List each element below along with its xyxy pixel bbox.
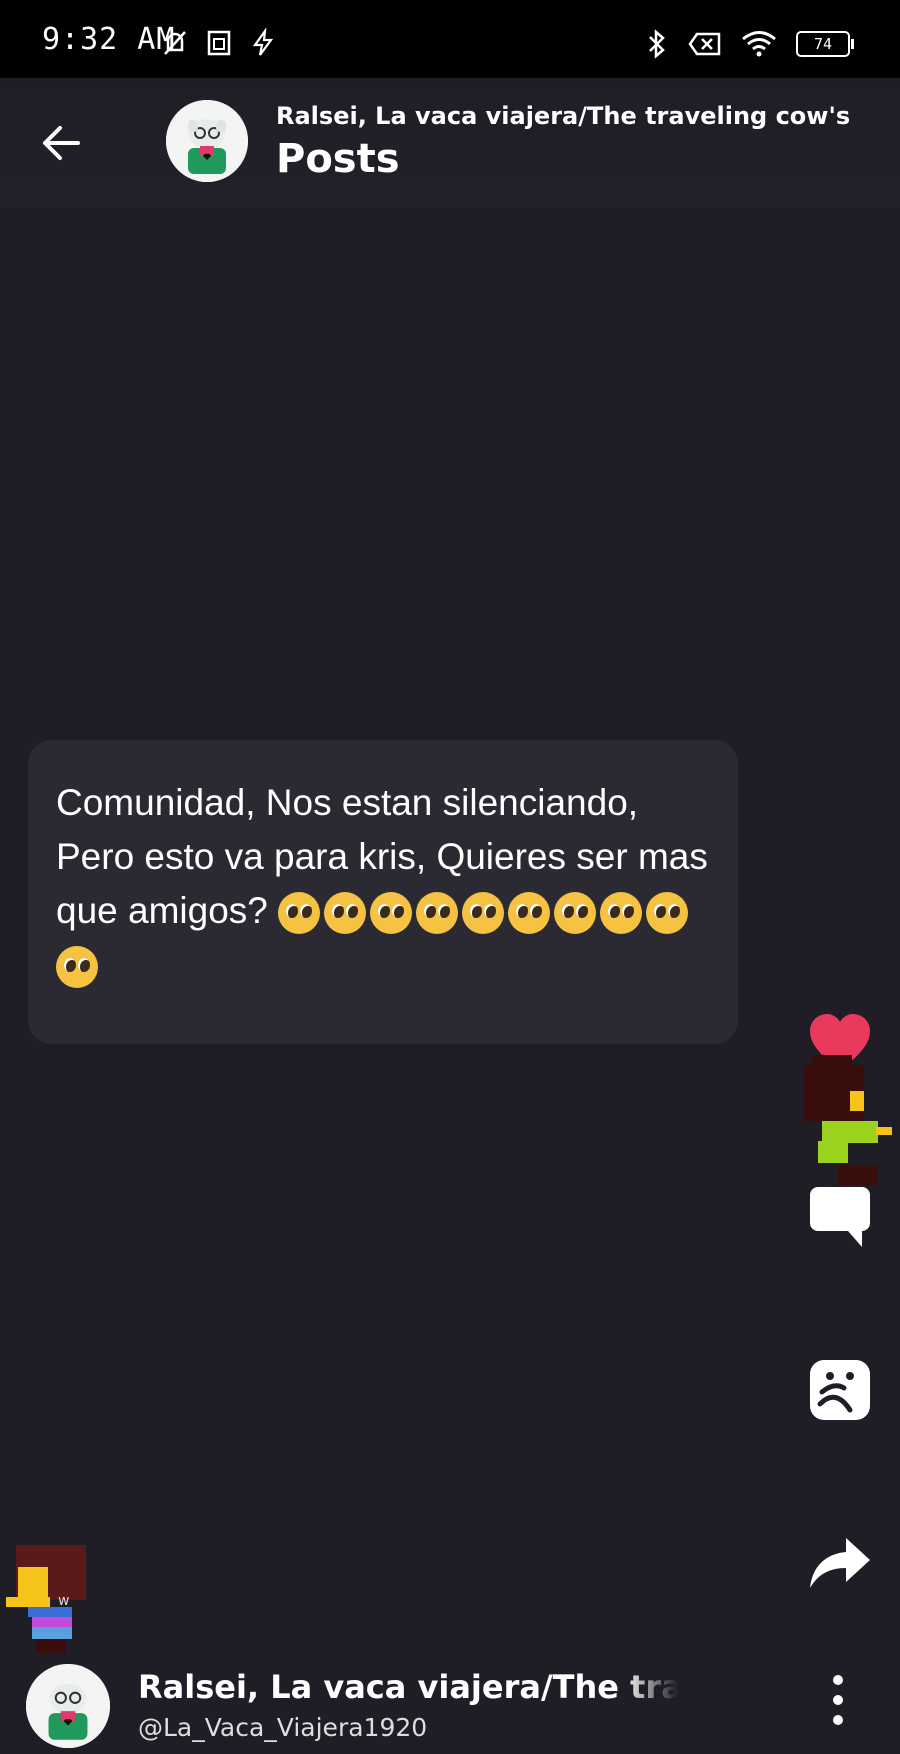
pleading-face-emoji	[370, 892, 413, 935]
pleading-face-emoji	[646, 892, 689, 935]
back-arrow-icon[interactable]	[40, 122, 82, 164]
sim-icon	[207, 30, 231, 56]
status-bar: 9:32 AM 74	[0, 0, 900, 78]
more-options-icon[interactable]	[826, 1672, 850, 1728]
post-card[interactable]: Comunidad, Nos estan silenciando, Pero e…	[28, 740, 738, 1044]
pleading-face-emoji	[600, 892, 643, 935]
props-icon[interactable]	[808, 1358, 872, 1422]
ralsei-plush-image	[26, 1664, 110, 1748]
comment-icon[interactable]	[808, 1185, 872, 1249]
author-name[interactable]: Ralsei, La vaca viajera/The travel	[138, 1668, 678, 1706]
community-name: Ralsei, La vaca viajera/The traveling co…	[276, 102, 851, 130]
no-sim-icon	[688, 32, 721, 56]
wifi-icon	[742, 31, 776, 57]
status-icons-right: 74	[644, 28, 854, 60]
post-text-container: Comunidad, Nos estan silenciando, Pero e…	[56, 776, 726, 992]
author-handle[interactable]: @La_Vaca_Viajera1920	[138, 1713, 427, 1742]
frisk-pixel-sprite: w	[6, 1545, 86, 1653]
kris-pixel-sprite	[804, 1055, 892, 1185]
pleading-face-emoji	[508, 892, 551, 935]
share-icon[interactable]	[808, 1530, 872, 1594]
status-icons-left	[160, 28, 278, 58]
pleading-face-emoji	[56, 946, 98, 989]
pleading-face-emoji	[278, 892, 321, 935]
status-time: 9:32 AM	[42, 22, 176, 57]
ralsei-plush-image	[166, 100, 248, 182]
svg-text:w: w	[58, 1593, 69, 1609]
pleading-face-emoji	[324, 892, 367, 935]
author-avatar[interactable]	[26, 1664, 110, 1748]
pleading-face-emoji	[554, 892, 597, 935]
header: Ralsei, La vaca viajera/The traveling co…	[0, 78, 900, 208]
mute-icon	[164, 31, 186, 55]
battery-icon: 74	[796, 31, 854, 57]
flash-icon	[252, 28, 274, 56]
pleading-face-emoji	[462, 892, 505, 935]
bluetooth-icon	[649, 29, 665, 59]
pleading-face-emoji	[416, 892, 459, 935]
community-avatar[interactable]	[166, 100, 248, 182]
page-title: Posts	[276, 136, 400, 182]
